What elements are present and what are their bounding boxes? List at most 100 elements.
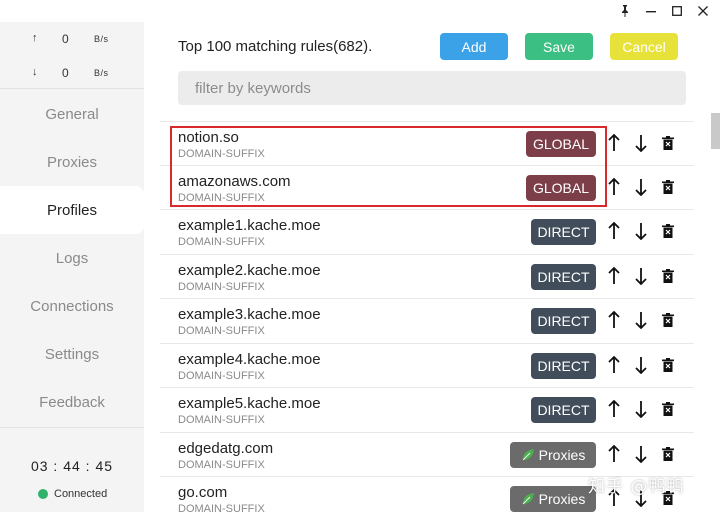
download-speed: ↓ 0 B/s xyxy=(30,64,140,84)
sidebar-item-logs[interactable]: Logs xyxy=(0,234,144,282)
rule-domain: example2.kache.moe xyxy=(178,261,321,279)
rule-type: DOMAIN-SUFFIX xyxy=(178,325,265,337)
rule-domain: edgedatg.com xyxy=(178,439,274,457)
rule-type: DOMAIN-SUFFIX xyxy=(178,458,265,471)
delete-icon[interactable] xyxy=(657,175,679,199)
window-controls xyxy=(612,2,716,20)
scrollbar-thumb[interactable] xyxy=(711,113,720,149)
move-up-icon[interactable] xyxy=(603,131,625,155)
policy-label: DIRECT xyxy=(537,313,590,329)
connection-status: Connected xyxy=(38,488,107,500)
sidebar-item-proxies[interactable]: Proxies xyxy=(0,138,144,186)
policy-label: DIRECT xyxy=(537,224,590,240)
policy-label: DIRECT xyxy=(537,268,590,285)
upload-unit: B/s xyxy=(94,34,109,44)
policy-label: Proxies xyxy=(538,446,586,463)
rule-type: DOMAIN-SUFFIX xyxy=(178,280,265,293)
rule-domain: example3.kache.moe xyxy=(178,306,321,323)
main-panel: Top 100 matching rules(682). Add Save Ca… xyxy=(144,22,720,512)
move-down-icon[interactable] xyxy=(630,353,652,377)
rules-list: notion.so DOMAIN-SUFFIX GLOBAL amazonaws.co… xyxy=(160,121,694,512)
add-button[interactable]: Add xyxy=(440,33,508,60)
delete-icon[interactable] xyxy=(657,219,679,243)
policy-button[interactable]: DIRECT xyxy=(531,308,596,334)
policy-button[interactable]: GLOBAL xyxy=(526,174,596,201)
delete-icon[interactable] xyxy=(657,353,679,377)
rule-domain: notion.so xyxy=(178,129,239,146)
rule-domain: example5.kache.moe xyxy=(178,395,321,412)
save-button[interactable]: Save xyxy=(525,33,593,60)
rule-type: DOMAIN-SUFFIX xyxy=(178,503,265,512)
move-up-icon[interactable] xyxy=(603,219,625,243)
pin-icon[interactable] xyxy=(612,2,638,20)
search-input[interactable] xyxy=(178,71,686,105)
move-up-icon[interactable] xyxy=(603,264,625,288)
move-down-icon[interactable] xyxy=(630,264,652,288)
rule-domain: go.com xyxy=(178,484,228,501)
upload-speed: ↑ 0 B/s xyxy=(30,30,140,50)
title-bar xyxy=(0,0,720,22)
rule-type: DOMAIN-SUFFIX xyxy=(178,191,265,204)
policy-button[interactable]: GLOBAL xyxy=(526,131,596,157)
move-up-icon[interactable] xyxy=(603,175,625,199)
move-up-icon[interactable] xyxy=(603,308,625,332)
status-label: Connected xyxy=(54,488,108,500)
sidebar-divider xyxy=(0,88,144,89)
rule-domain: example1.kache.moe xyxy=(178,217,321,234)
delete-icon[interactable] xyxy=(657,131,679,155)
policy-label: GLOBAL xyxy=(532,179,590,196)
policy-label: DIRECT xyxy=(537,357,590,374)
policy-button[interactable]: DIRECT xyxy=(531,397,596,423)
sidebar-item-settings[interactable]: Settings xyxy=(0,330,144,378)
sidebar-divider-bottom xyxy=(0,427,144,428)
move-down-icon[interactable] xyxy=(630,308,652,332)
rule-row: example4.kache.moe DOMAIN-SUFFIX DIRECT xyxy=(160,344,694,388)
rule-row: example3.kache.moe DOMAIN-SUFFIX DIRECT xyxy=(160,299,694,344)
uptime-clock: 03 : 44 : 45 xyxy=(30,458,114,474)
rule-row: example2.kache.moe DOMAIN-SUFFIX DIRECT xyxy=(160,255,694,299)
move-down-icon[interactable] xyxy=(630,397,652,421)
delete-icon[interactable] xyxy=(657,442,679,466)
policy-button[interactable]: DIRECT xyxy=(531,263,596,290)
policy-button[interactable]: Proxies xyxy=(510,486,596,512)
rule-domain: example4.kache.moe xyxy=(178,350,321,368)
maximize-icon[interactable] xyxy=(664,2,690,20)
sidebar-item-profiles[interactable]: Profiles xyxy=(0,186,144,234)
upload-arrow-icon: ↑ xyxy=(32,32,38,44)
policy-label: GLOBAL xyxy=(532,136,590,152)
delete-icon[interactable] xyxy=(657,264,679,288)
delete-icon[interactable] xyxy=(657,397,679,421)
leaf-icon xyxy=(521,448,535,462)
policy-button[interactable]: DIRECT xyxy=(531,219,596,245)
delete-icon[interactable] xyxy=(657,308,679,332)
download-unit: B/s xyxy=(94,68,109,78)
policy-button[interactable]: Proxies xyxy=(510,441,596,468)
move-down-icon[interactable] xyxy=(630,175,652,199)
rule-row: notion.so DOMAIN-SUFFIX GLOBAL xyxy=(160,121,694,166)
move-down-icon[interactable] xyxy=(630,131,652,155)
policy-label: Proxies xyxy=(538,491,586,507)
leaf-icon xyxy=(521,492,535,506)
sidebar-item-feedback[interactable]: Feedback xyxy=(0,378,144,426)
minimize-icon[interactable] xyxy=(638,2,664,20)
download-arrow-icon: ↓ xyxy=(32,66,38,78)
sidebar-item-connections[interactable]: Connections xyxy=(0,282,144,330)
rule-row: edgedatg.com DOMAIN-SUFFIX Proxies xyxy=(160,433,694,477)
rule-row: example1.kache.moe DOMAIN-SUFFIX DIRECT xyxy=(160,210,694,255)
move-up-icon[interactable] xyxy=(603,353,625,377)
sidebar-item-general[interactable]: General xyxy=(0,90,144,138)
close-icon[interactable] xyxy=(690,2,716,20)
policy-button[interactable]: DIRECT xyxy=(531,352,596,379)
rule-row: example5.kache.moe DOMAIN-SUFFIX DIRECT xyxy=(160,388,694,433)
traffic-monitor: ↑ 0 B/s ↓ 0 B/s xyxy=(0,22,144,88)
watermark: 知乎 @鸭鸭 xyxy=(588,477,685,497)
move-up-icon[interactable] xyxy=(603,397,625,421)
move-up-icon[interactable] xyxy=(603,442,625,466)
rule-type: DOMAIN-SUFFIX xyxy=(178,148,265,160)
rule-type: DOMAIN-SUFFIX xyxy=(178,369,265,382)
cancel-button[interactable]: Cancel xyxy=(610,33,678,60)
move-down-icon[interactable] xyxy=(630,219,652,243)
sidebar: ↑ 0 B/s ↓ 0 B/s General Proxies Profiles… xyxy=(0,22,144,512)
policy-label: DIRECT xyxy=(537,402,590,418)
move-down-icon[interactable] xyxy=(630,442,652,466)
